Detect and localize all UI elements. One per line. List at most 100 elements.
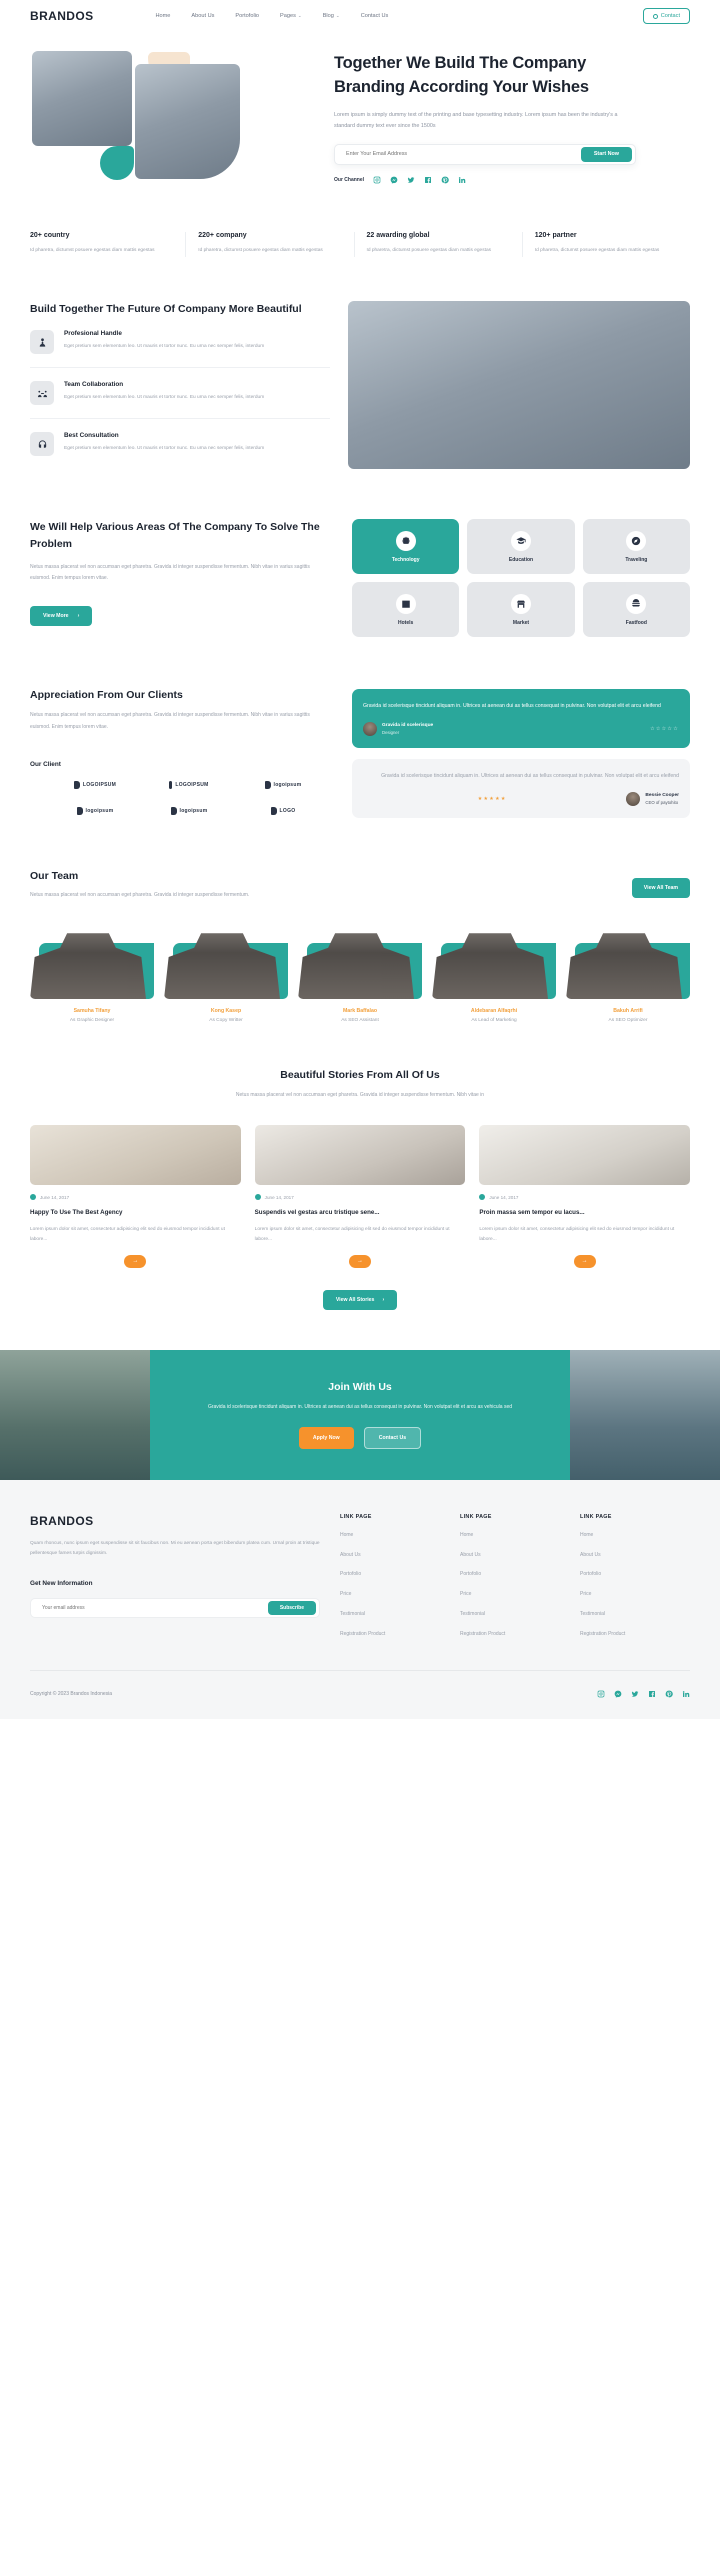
facebook-icon[interactable] <box>648 1685 656 1703</box>
footer-link[interactable]: Home <box>580 1532 690 1540</box>
solve-title: We Will Help Various Areas Of The Compan… <box>30 521 320 551</box>
team-member[interactable]: Aldebaran Alfaqrhi As Lead of Marketing <box>432 927 556 1023</box>
read-more-arrow-button[interactable]: → <box>124 1254 147 1268</box>
read-more-arrow-button[interactable]: → <box>348 1254 371 1268</box>
chevron-right-icon: › <box>382 1296 385 1303</box>
testimonial-card: Gravida id scelerisque tincidunt aliquam… <box>352 759 690 819</box>
nav-link-label: Contact Us <box>360 13 389 19</box>
footer-link[interactable]: Home <box>340 1532 450 1540</box>
linkedin-icon[interactable] <box>457 176 466 185</box>
pinterest-icon[interactable] <box>665 1685 673 1703</box>
feature-item[interactable]: Profesional Handle Eget pretium sem eleme… <box>30 317 330 369</box>
client-logo: logoipsum <box>76 807 114 816</box>
team-member[interactable]: Kong Kasep As Copy Writter <box>164 927 288 1023</box>
footer-link[interactable]: Price <box>340 1591 450 1599</box>
contact-button[interactable]: Contact <box>642 8 690 24</box>
footer-link[interactable]: Portofolio <box>580 1571 690 1579</box>
footer-link[interactable]: Price <box>580 1591 690 1599</box>
newsletter-form: Subscribe <box>30 1598 320 1619</box>
chevron-right-icon: › <box>77 612 80 619</box>
team-member-role: As SEO Assistant <box>341 1018 379 1024</box>
decor-teal-shape <box>100 146 134 180</box>
footer-link[interactable]: About Us <box>340 1552 450 1560</box>
footer-link[interactable]: Testimonial <box>460 1611 570 1619</box>
category-technology[interactable]: Technology <box>352 519 460 575</box>
subscribe-button[interactable]: Subscribe <box>267 1601 316 1616</box>
footer-link[interactable]: Portofolio <box>340 1571 450 1579</box>
view-more-button[interactable]: View More › <box>30 605 93 626</box>
category-education[interactable]: Education <box>467 519 575 575</box>
build-photo <box>348 300 690 469</box>
footer-link[interactable]: Testimonial <box>340 1611 450 1619</box>
footer-link[interactable]: Portofolio <box>460 1571 570 1579</box>
compass-icon <box>626 530 647 551</box>
footer-link[interactable]: Registration Product <box>580 1631 690 1639</box>
logo-mark-icon <box>264 781 271 790</box>
feature-item[interactable]: Best Consultation Eget pretium sem elemen… <box>30 419 330 469</box>
instagram-icon[interactable] <box>597 1685 605 1703</box>
join-panel: Join With Us Gravida id scelerisque tinc… <box>150 1349 570 1480</box>
view-all-stories-button[interactable]: View All Stories › <box>322 1289 398 1310</box>
blog-card[interactable]: June 14, 2017 Happy To Use The Best Agenc… <box>30 1125 241 1268</box>
hero-email-input[interactable] <box>338 151 581 158</box>
footer-link[interactable]: About Us <box>580 1552 690 1560</box>
pinterest-icon[interactable] <box>440 176 449 185</box>
join-contact-us-button[interactable]: Contact Us <box>363 1426 422 1449</box>
twitter-icon[interactable] <box>631 1685 639 1703</box>
twitter-icon[interactable] <box>406 176 415 185</box>
team-member[interactable]: Mark Baffalao As SEO Assistant <box>298 927 422 1023</box>
blog-meta: June 14, 2017 <box>254 1194 466 1201</box>
feature-item[interactable]: Team Collaboration Eget pretium sem eleme… <box>30 368 330 420</box>
blog-card[interactable]: June 14, 2017 Suspendis vel gestas arcu t… <box>254 1125 466 1268</box>
category-hotels[interactable]: Hotels <box>352 582 460 638</box>
nav-link-home[interactable]: Home <box>155 13 170 19</box>
rating-stars: ☆☆☆☆☆ <box>650 726 679 733</box>
category-fastfood[interactable]: Fastfood <box>582 582 690 638</box>
read-more-arrow-button[interactable]: → <box>573 1254 596 1268</box>
headset-icon <box>30 432 54 457</box>
footer-link[interactable]: Testimonial <box>580 1611 690 1619</box>
top-navigation: BRANDOS Home About Us Portofolio Pages ⌄ Blog… <box>0 0 720 32</box>
footer-description: Quam rhoncus, nunc ipsum eget suspendiss… <box>30 1540 320 1557</box>
footer-link[interactable]: About Us <box>460 1552 570 1560</box>
feature-title: Best Consultation <box>64 432 119 440</box>
hero-artwork <box>30 46 320 196</box>
client-logo-text: logoipsum <box>273 782 302 789</box>
footer-brand-logo[interactable]: BRANDOS <box>30 1514 320 1528</box>
hero-paragraph: Lorem ipsum is simply dummy text of the … <box>334 111 618 130</box>
start-now-button[interactable]: Start Now <box>580 146 632 162</box>
instagram-icon[interactable] <box>372 176 381 185</box>
category-market[interactable]: Market <box>467 582 575 638</box>
view-all-team-button[interactable]: View All Team <box>631 878 690 899</box>
footer-link[interactable]: Price <box>460 1591 570 1599</box>
newsletter-email-input[interactable] <box>34 1605 268 1612</box>
apply-now-button[interactable]: Apply Now <box>298 1426 354 1449</box>
nav-link-contact-us[interactable]: Contact Us <box>361 13 389 19</box>
brand-logo[interactable]: BRANDOS <box>30 9 93 23</box>
linkedin-icon[interactable] <box>682 1685 690 1703</box>
blog-excerpt: Lorem ipsum dolor sit amet, consectetur … <box>30 1226 225 1242</box>
messenger-icon[interactable] <box>614 1685 622 1703</box>
blog-thumbnail <box>479 1125 690 1186</box>
nav-link-about-us[interactable]: About Us <box>191 13 214 19</box>
footer-link[interactable]: Registration Product <box>460 1631 570 1639</box>
stat-item: 22 awarding global Id pharetra, dictumst … <box>355 232 523 257</box>
blog-date: June 14, 2017 <box>40 1194 70 1200</box>
facebook-icon[interactable] <box>423 176 432 185</box>
nav-link-blog[interactable]: Blog ⌄ <box>323 13 340 19</box>
messenger-icon[interactable] <box>389 176 398 185</box>
testimonial-role: CEO of paytohito <box>645 799 679 805</box>
footer-link[interactable]: Home <box>460 1532 570 1540</box>
team-section: Our Team Netus massa placerat vel non ac… <box>0 818 720 1023</box>
category-traveling[interactable]: Traveling <box>582 519 690 575</box>
blog-card[interactable]: June 14, 2017 Proin massa sem tempor eu l… <box>479 1125 690 1268</box>
footer-link[interactable]: Registration Product <box>340 1631 450 1639</box>
nav-link-portofolio[interactable]: Portofolio <box>235 13 259 19</box>
footer-column-title: LINK PAGE <box>340 1513 372 1520</box>
contact-button-label: Contact <box>660 13 680 19</box>
nav-link-pages[interactable]: Pages ⌄ <box>280 13 302 19</box>
client-logo: logoipsum <box>170 807 208 816</box>
team-member[interactable]: Samuha Tifany As Graphic Designer <box>30 927 154 1023</box>
team-member[interactable]: Bakuh Arrifi As SEO Optimizer <box>566 927 690 1023</box>
person-tie-icon <box>30 330 54 355</box>
